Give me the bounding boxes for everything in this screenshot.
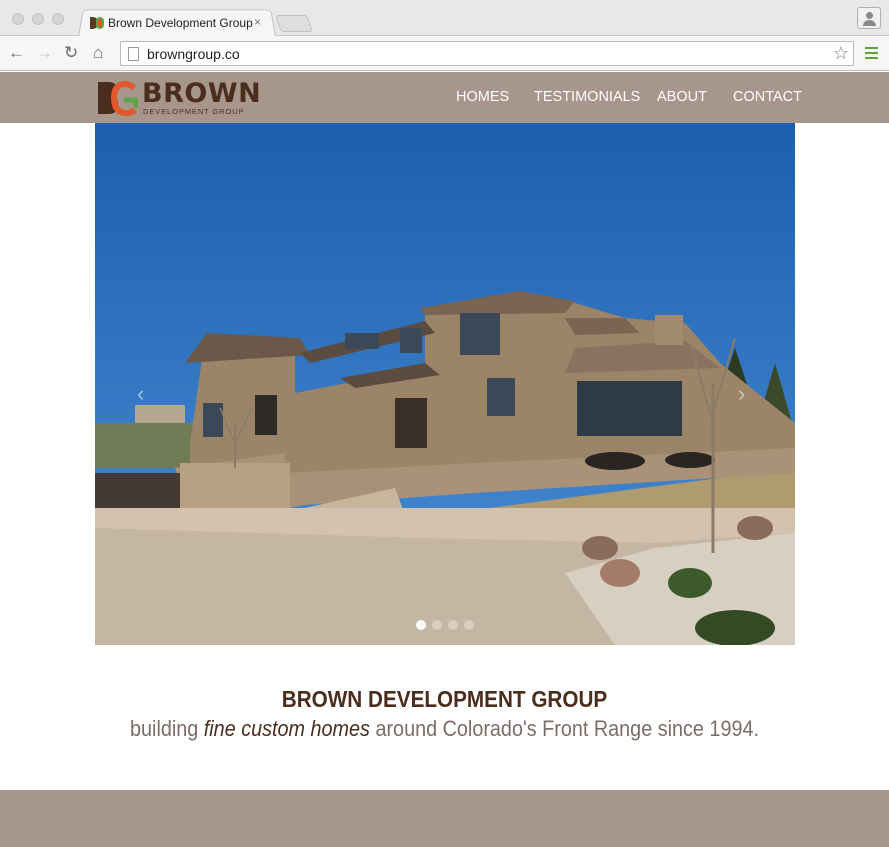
profile-icon[interactable]: [857, 7, 881, 29]
nav-about[interactable]: ABOUT: [657, 89, 707, 105]
company-tagline: building fine custom homes around Colora…: [44, 716, 844, 742]
nav-contact[interactable]: CONTACT: [733, 89, 802, 105]
new-tab-button[interactable]: [275, 15, 313, 32]
hero-carousel[interactable]: ‹ ›: [95, 123, 795, 645]
hero-photo: [95, 123, 795, 645]
tagline-emphasis: fine custom homes: [203, 716, 370, 741]
window-close-button[interactable]: [12, 13, 24, 25]
footer-band: [0, 790, 889, 847]
tagline-before: building: [130, 716, 204, 741]
carousel-dot[interactable]: [432, 620, 442, 630]
browser-toolbar: ← → ↻ ⌂ browngroup.co ☆: [0, 36, 889, 71]
nav-testimonials[interactable]: TESTIMONIALS: [534, 89, 640, 105]
carousel-dot[interactable]: [416, 620, 426, 630]
site-header: BROWN DEVELOPMENT GROUP HOMES TESTIMONIA…: [0, 72, 889, 123]
logo-subtitle: DEVELOPMENT GROUP: [143, 107, 245, 116]
page-icon: [128, 47, 139, 61]
logo-mark-icon: [98, 80, 138, 116]
tagline-after: around Colorado's Front Range since 1994…: [369, 716, 759, 741]
logo-wordmark: BROWN: [142, 78, 262, 109]
carousel-next-icon[interactable]: ›: [738, 381, 745, 407]
browser-tab-content[interactable]: Brown Development Group: [90, 14, 270, 32]
window-minimize-button[interactable]: [32, 13, 44, 25]
favicon-icon: [90, 16, 104, 30]
star-icon[interactable]: ☆: [833, 42, 849, 64]
carousel-indicators: [95, 620, 795, 632]
carousel-dot[interactable]: [464, 620, 474, 630]
reload-icon[interactable]: ↻: [64, 43, 78, 63]
tab-close-icon[interactable]: ×: [254, 15, 261, 29]
nav-homes[interactable]: HOMES: [456, 89, 509, 105]
browser-tab-bar: Brown Development Group ×: [0, 0, 889, 37]
company-headline: BROWN DEVELOPMENT GROUP: [281, 686, 608, 712]
forward-arrow-icon[interactable]: →: [36, 43, 53, 63]
tab-title: Brown Development Group: [108, 16, 253, 30]
logo[interactable]: BROWN DEVELOPMENT GROUP: [96, 78, 266, 116]
home-icon[interactable]: ⌂: [93, 43, 103, 63]
url-text[interactable]: browngroup.co: [147, 46, 240, 62]
menu-icon[interactable]: [865, 47, 878, 59]
address-bar[interactable]: browngroup.co ☆: [120, 41, 854, 66]
carousel-dot[interactable]: [448, 620, 458, 630]
carousel-prev-icon[interactable]: ‹: [137, 381, 144, 407]
window-zoom-button[interactable]: [52, 13, 64, 25]
back-arrow-icon[interactable]: ←: [8, 43, 25, 63]
